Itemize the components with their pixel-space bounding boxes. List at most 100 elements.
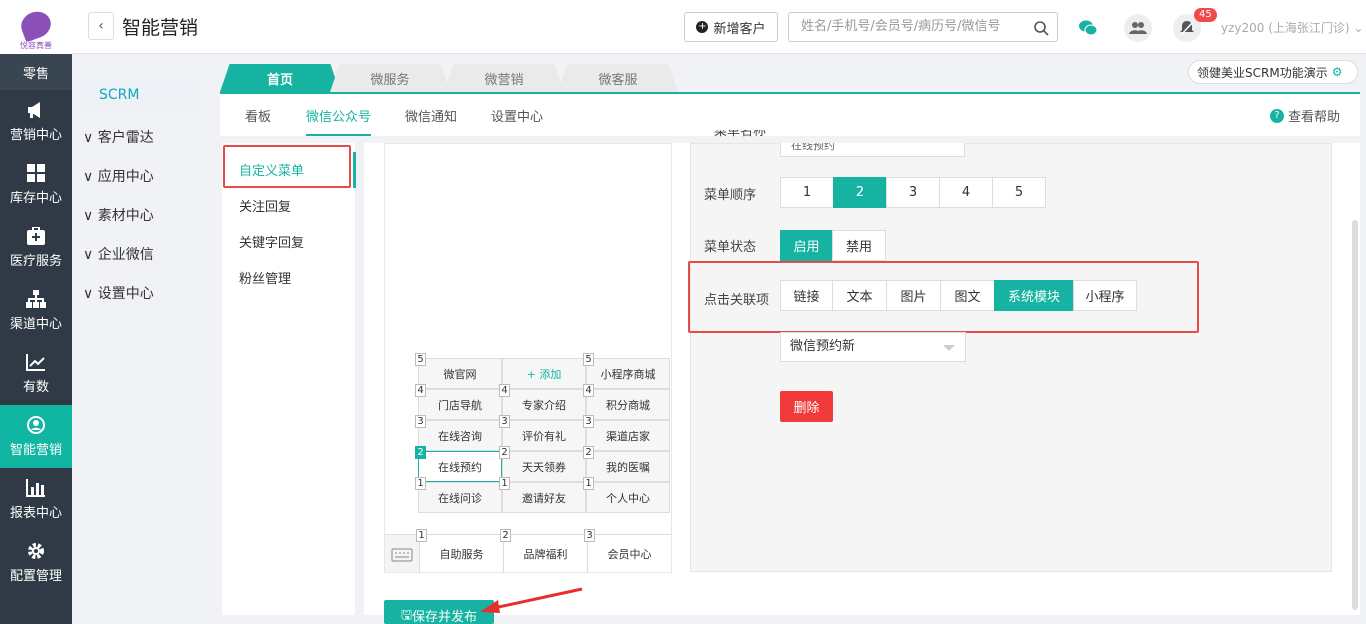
subnav-dashboard[interactable]: 看板 (245, 106, 271, 125)
sidebar-item-scrm[interactable]: SCRM (79, 79, 204, 111)
chevron-left-icon: ‹ (98, 18, 104, 34)
rail-item-medical[interactable]: 医疗服务 (0, 216, 72, 279)
brand-name: 悦容真善 (20, 40, 52, 50)
rail-label: 配置管理 (9, 569, 62, 584)
menu-cell[interactable]: 2 天天领券 (499, 446, 586, 482)
menu-cell[interactable]: 5 小程序商城 (583, 353, 670, 389)
order-option[interactable]: 4 (939, 177, 993, 208)
menu-cell[interactable]: 3 渠道店家 (583, 415, 670, 451)
search-input[interactable]: 姓名/手机号/会员号/病历号/微信号 (788, 12, 1058, 42)
menu-cell[interactable]: 3 评价有礼 (499, 415, 586, 451)
tab-micro-customer-service[interactable]: 微客服 (558, 64, 678, 92)
bottom-label: 会员中心 (607, 548, 652, 561)
sidebar-item-settings[interactable]: ∨ 设置中心 (79, 275, 204, 314)
module-tabs: 首页 微服务 微营销 微客服 (212, 62, 1360, 92)
scrollbar[interactable] (1352, 220, 1358, 610)
menu-cell[interactable]: 4 门店导航 (415, 384, 502, 420)
bottom-menu-item[interactable]: 1 自助服务 (416, 529, 503, 573)
save-label: 保存并发布 (412, 610, 478, 624)
subnav-wechat-notify[interactable]: 微信通知 (405, 106, 457, 125)
brand-logo[interactable]: 悦容真善 (0, 0, 72, 62)
rail-label: 医疗服务 (9, 254, 62, 269)
wechat-icon[interactable] (1074, 14, 1102, 42)
menu-follow-reply[interactable]: 关注回复 (222, 190, 355, 226)
menu-cell-selected[interactable]: 2 在线预约 (415, 446, 502, 482)
tab-micro-marketing[interactable]: 微营销 (444, 64, 564, 92)
menu-cell[interactable]: 3 在线咨询 (415, 415, 502, 451)
sidebar-item-app-center[interactable]: ∨ 应用中心 (79, 158, 204, 197)
rail-label: 智能营销 (9, 443, 62, 458)
order-option[interactable]: 5 (992, 177, 1046, 208)
scrm-demo-button[interactable]: 领健美业SCRM功能演示 ⚙ (1188, 60, 1358, 84)
menu-keyword-reply[interactable]: 关键字回复 (222, 226, 355, 262)
page-title: 智能营销 (122, 17, 199, 39)
menu-cell[interactable]: 1 在线问诊 (415, 477, 502, 513)
order-number: 2 (499, 446, 510, 459)
add-label: + 添加 (526, 367, 562, 381)
menu-cell[interactable]: 2 我的医嘱 (583, 446, 670, 482)
rail-item-data[interactable]: 有数 (0, 342, 72, 405)
subnav-settings[interactable]: 设置中心 (491, 106, 543, 125)
bar-chart-icon (25, 478, 47, 498)
sidebar-label: 素材中心 (97, 208, 154, 224)
order-option[interactable]: 1 (780, 177, 834, 208)
rail-item-inventory[interactable]: 库存中心 (0, 153, 72, 216)
search-icon[interactable] (1033, 19, 1049, 47)
rail-label: 营销中心 (9, 128, 62, 143)
pointer-arrow (480, 587, 583, 613)
subnav-wechat-official[interactable]: 微信公众号 (306, 106, 372, 136)
sidebar-label: 企业微信 (97, 247, 154, 263)
active-indicator (353, 152, 356, 188)
rail-item-reports[interactable]: 报表中心 (0, 468, 72, 531)
help-link[interactable]: ? 查看帮助 (1269, 106, 1340, 125)
rail-label: 报表中心 (9, 506, 62, 521)
order-selector: 1 2 3 4 5 (780, 177, 1046, 208)
rail-item-marketing[interactable]: 营销中心 (0, 90, 72, 153)
cell-label: 在线问诊 (438, 491, 482, 505)
users-icon[interactable] (1124, 14, 1152, 42)
rail-item-config[interactable]: 配置管理 (0, 531, 72, 594)
menu-cell[interactable]: 1 个人中心 (583, 477, 670, 513)
cell-label: 评价有礼 (522, 429, 566, 443)
rail-item-retail[interactable]: 零售 (0, 54, 72, 90)
tab-home[interactable]: 首页 (220, 64, 340, 92)
menu-cell[interactable]: 4 专家介绍 (499, 384, 586, 420)
status-disable[interactable]: 禁用 (832, 230, 886, 261)
highlight-box-custom-menu (223, 145, 351, 188)
sidebar-item-material-center[interactable]: ∨ 素材中心 (79, 197, 204, 236)
order-number: 2 (583, 446, 594, 459)
order-number: 4 (499, 384, 510, 397)
tab-micro-service[interactable]: 微服务 (330, 64, 450, 92)
order-number: 5 (583, 353, 594, 366)
menu-cell[interactable]: 1 邀请好友 (499, 477, 586, 513)
delete-button[interactable]: 删除 (780, 391, 833, 422)
sidebar-label: 应用中心 (97, 169, 154, 185)
bottom-menu-item[interactable]: 3 会员中心 (584, 529, 671, 573)
chevron-down-icon: ⌄ (1353, 21, 1364, 35)
sidebar-item-enterprise-wechat[interactable]: ∨ 企业微信 (79, 236, 204, 275)
rail-item-channel[interactable]: 渠道中心 (0, 279, 72, 342)
menu-cell[interactable]: 5 微官网 (415, 353, 502, 389)
module-select[interactable]: 微信预约新 (780, 332, 966, 362)
user-menu[interactable]: yzy200 (上海张江门诊) ⌄ (1221, 19, 1363, 36)
keyboard-icon[interactable] (385, 534, 419, 572)
menu-cell[interactable]: 4 积分商城 (583, 384, 670, 420)
new-customer-button[interactable]: + 新增客户 (684, 12, 778, 42)
bottom-label: 自助服务 (439, 548, 484, 561)
order-option-selected[interactable]: 2 (833, 177, 887, 208)
order-option[interactable]: 3 (886, 177, 940, 208)
logo-mark (17, 7, 55, 42)
phone-bottom-bar: 1 自助服务 2 品牌福利 3 会员中心 (416, 529, 671, 573)
sub-navigation: 看板 微信公众号 微信通知 设置中心 ? 查看帮助 (220, 92, 1360, 136)
status-enable[interactable]: 启用 (780, 230, 833, 261)
bottom-menu-item[interactable]: 2 品牌福利 (500, 529, 587, 573)
demo-label: 领健美业SCRM功能演示 (1197, 65, 1328, 80)
menu-fans[interactable]: 粉丝管理 (222, 262, 355, 298)
cell-label: 邀请好友 (522, 491, 566, 505)
add-menu-button[interactable]: + 添加 (502, 358, 586, 389)
back-button[interactable]: ‹ (88, 12, 114, 40)
gear-icon: ⚙ (1331, 65, 1343, 79)
rail-item-smart-marketing[interactable]: 智能营销 (0, 405, 72, 468)
menu-name-input[interactable]: 在线预约 (780, 143, 965, 157)
sidebar-item-customer-radar[interactable]: ∨ 客户雷达 (79, 119, 204, 158)
